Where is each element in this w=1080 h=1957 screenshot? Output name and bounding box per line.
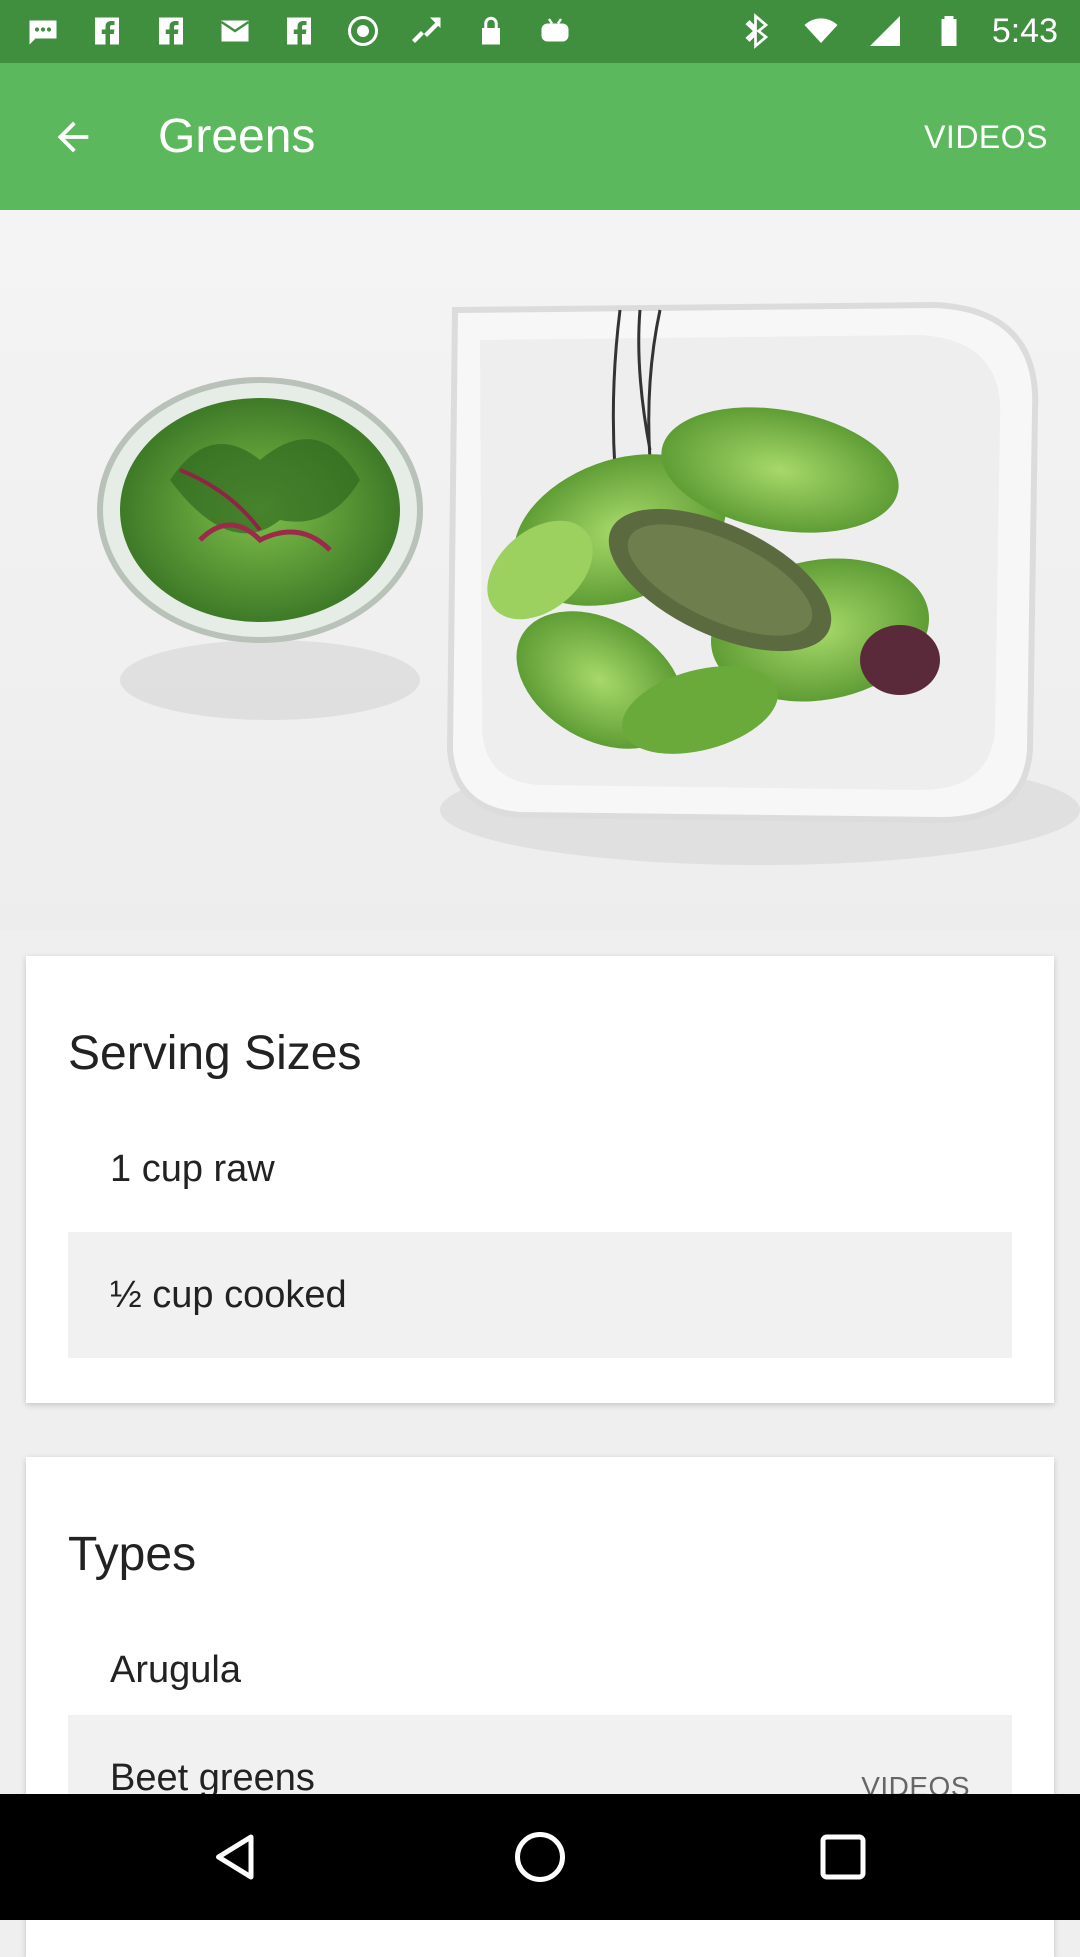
nav-home-button[interactable] bbox=[505, 1822, 575, 1892]
system-icons: 5:43 bbox=[736, 12, 1058, 50]
status-bar: 5:43 bbox=[0, 0, 1080, 63]
lock-icon bbox=[470, 12, 512, 50]
serving-sizes-card: Serving Sizes 1 cup raw ½ cup cooked bbox=[26, 956, 1054, 1403]
navigation-bar bbox=[0, 1794, 1080, 1920]
signal-icon bbox=[864, 12, 906, 50]
salad-photo bbox=[97, 301, 1080, 865]
triangle-back-icon bbox=[216, 1834, 254, 1880]
nav-back-button[interactable] bbox=[201, 1822, 271, 1892]
messages-icon bbox=[22, 12, 64, 50]
nav-recents-button[interactable] bbox=[808, 1822, 878, 1892]
wifi-icon bbox=[800, 12, 842, 50]
notification-icons bbox=[22, 12, 576, 50]
videos-button[interactable]: VIDEOS bbox=[924, 117, 1048, 157]
facebook-icon bbox=[278, 12, 320, 50]
list-item[interactable]: 1 cup raw bbox=[68, 1106, 1012, 1232]
sync-icon bbox=[342, 12, 384, 50]
square-recents-icon bbox=[820, 1834, 866, 1880]
battery-icon bbox=[928, 12, 970, 50]
list-item-label: Arugula bbox=[110, 1649, 241, 1691]
hero-image bbox=[0, 210, 1080, 930]
circle-home-icon bbox=[515, 1832, 565, 1882]
arrow-back-icon bbox=[57, 121, 89, 153]
facebook-icon bbox=[86, 12, 128, 50]
email-icon bbox=[214, 12, 256, 50]
fake-gps-icon bbox=[406, 12, 448, 50]
clock: 5:43 bbox=[991, 12, 1058, 50]
types-title: Types bbox=[68, 1528, 197, 1581]
facebook-icon bbox=[150, 12, 192, 50]
serving-sizes-title: Serving Sizes bbox=[68, 1027, 362, 1080]
app-bar: Greens VIDEOS bbox=[0, 63, 1080, 210]
page-title: Greens bbox=[158, 110, 316, 163]
bluetooth-icon bbox=[736, 12, 778, 50]
list-item-label: ½ cup cooked bbox=[110, 1274, 347, 1316]
list-item[interactable]: ½ cup cooked bbox=[68, 1232, 1012, 1358]
back-button[interactable] bbox=[38, 107, 108, 167]
game-controller-icon bbox=[534, 12, 576, 50]
list-item-label: 1 cup raw bbox=[110, 1148, 275, 1190]
